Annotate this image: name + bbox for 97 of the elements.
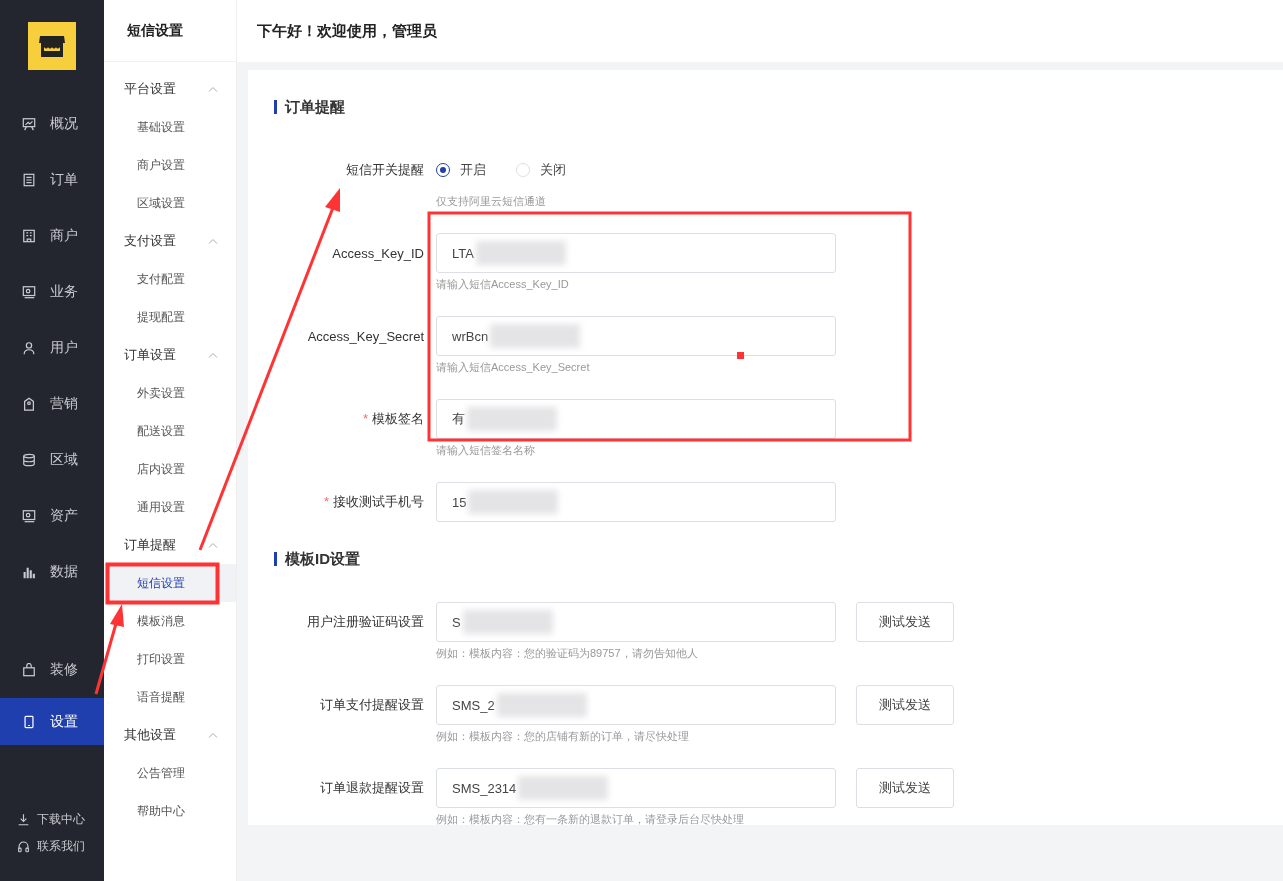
- field-label: 订单退款提醒设置: [319, 779, 425, 797]
- field-value: SMS_2: [452, 697, 495, 713]
- field-label: 订单支付提醒设置: [319, 696, 425, 714]
- submenu-item[interactable]: 公告管理: [104, 754, 236, 792]
- store-icon: [38, 33, 66, 59]
- chevron-icon: [208, 542, 218, 548]
- field-value: 有: [452, 410, 465, 428]
- user-icon: [22, 341, 36, 355]
- input-field[interactable]: 15: [436, 482, 836, 522]
- submenu-item[interactable]: 提现配置: [104, 298, 236, 336]
- tag-icon: [22, 397, 36, 411]
- submenu-item[interactable]: 语音提醒: [104, 678, 236, 716]
- nav-item[interactable]: 业务: [0, 264, 104, 320]
- field-label: Access_Key_Secret: [306, 328, 425, 344]
- submenu-item[interactable]: 外卖设置: [104, 374, 236, 412]
- field-value: SMS_2314: [452, 780, 517, 796]
- input-field[interactable]: LTA: [436, 233, 836, 273]
- field-label: 短信开关提醒: [345, 161, 425, 179]
- hint-text: 请输入短信签名名称: [436, 443, 536, 458]
- hint-text: 仅支持阿里云短信通道: [436, 194, 547, 209]
- menu-group[interactable]: 订单提醒: [104, 526, 236, 564]
- test-send-button[interactable]: 测试发送: [856, 768, 954, 808]
- greeting-text: 下午好！欢迎使用，管理员: [257, 21, 437, 41]
- chevron-icon: [208, 732, 218, 738]
- hint-text: 例如：模板内容：您的验证码为89757，请勿告知他人: [436, 646, 699, 661]
- document-icon: [22, 173, 36, 187]
- submenu-item[interactable]: 商户设置: [104, 146, 236, 184]
- submenu-item[interactable]: 帮助中心: [104, 792, 236, 830]
- input-field[interactable]: wrBcn: [436, 316, 836, 356]
- submenu-item[interactable]: 配送设置: [104, 412, 236, 450]
- field-value: S: [452, 614, 461, 630]
- group-label: 订单设置: [124, 346, 176, 364]
- submenu-title: 短信设置: [104, 0, 236, 62]
- chevron-icon: [208, 352, 218, 358]
- database-icon: [22, 453, 36, 467]
- field-value: wrBcn: [452, 328, 489, 344]
- shopping-bag-icon: [22, 663, 36, 677]
- submenu-item[interactable]: 店内设置: [104, 450, 236, 488]
- field-label: 用户注册验证码设置: [306, 613, 425, 631]
- section-title: 订单提醒: [274, 100, 345, 114]
- nav-item[interactable]: 数据: [0, 544, 104, 600]
- submenu-item[interactable]: 区域设置: [104, 184, 236, 222]
- menu-group[interactable]: 平台设置: [104, 70, 236, 108]
- submenu-item[interactable]: 打印设置: [104, 640, 236, 678]
- footer-link[interactable]: 下载中心: [0, 811, 104, 828]
- group-label: 平台设置: [124, 80, 176, 98]
- field-value: LTA: [452, 245, 474, 261]
- submenu-item[interactable]: 基础设置: [104, 108, 236, 146]
- footer-link[interactable]: 联系我们: [0, 838, 104, 855]
- presentation-board-icon: [22, 117, 36, 131]
- radio-label: 关闭: [540, 161, 566, 179]
- tablet-icon: [22, 714, 36, 729]
- required-mark: *: [323, 494, 329, 509]
- field-value: 15: [452, 494, 467, 510]
- submenu-item[interactable]: 模板消息: [104, 602, 236, 640]
- nav-item[interactable]: 商户: [0, 208, 104, 264]
- nav-item[interactable]: 概况: [0, 96, 104, 152]
- nav-item[interactable]: 设置: [0, 698, 104, 745]
- submenu-item[interactable]: 通用设置: [104, 488, 236, 526]
- nav-item[interactable]: 营销: [0, 376, 104, 432]
- chevron-icon: [208, 86, 218, 92]
- marker-square: [737, 352, 744, 359]
- download-icon: [17, 813, 30, 826]
- submenu-item[interactable]: 支付配置: [104, 260, 236, 298]
- group-label: 支付设置: [124, 232, 176, 250]
- chevron-icon: [208, 238, 218, 244]
- section-title: 模板ID设置: [274, 552, 360, 566]
- required-mark: *: [362, 411, 368, 426]
- input-field[interactable]: SMS_2314: [436, 768, 836, 808]
- nav-item[interactable]: 用户: [0, 320, 104, 376]
- menu-group[interactable]: 支付设置: [104, 222, 236, 260]
- input-field[interactable]: S: [436, 602, 836, 642]
- bar-chart-icon: [22, 565, 36, 579]
- nav-item[interactable]: 区域: [0, 432, 104, 488]
- input-field[interactable]: 有: [436, 399, 836, 439]
- hint-text: 请输入短信Access_Key_Secret: [436, 360, 591, 375]
- headset-icon: [17, 840, 30, 853]
- monitor-icon: [22, 509, 36, 523]
- monitor-icon: [22, 285, 36, 299]
- field-label: 接收测试手机号: [333, 494, 424, 509]
- input-field[interactable]: SMS_2: [436, 685, 836, 725]
- field-label: Access_Key_ID: [331, 245, 425, 261]
- test-send-button[interactable]: 测试发送: [856, 685, 954, 725]
- nav-item[interactable]: 资产: [0, 488, 104, 544]
- menu-group[interactable]: 其他设置: [104, 716, 236, 754]
- hint-text: 例如：模板内容：您的店铺有新的订单，请尽快处理: [436, 729, 690, 744]
- nav-item[interactable]: 订单: [0, 152, 104, 208]
- hint-text: 例如：模板内容：您有一条新的退款订单，请登录后台尽快处理: [436, 812, 745, 827]
- radio-label: 开启: [460, 161, 486, 179]
- nav-item[interactable]: 装修: [0, 642, 104, 698]
- menu-group[interactable]: 订单设置: [104, 336, 236, 374]
- hint-text: 请输入短信Access_Key_ID: [436, 277, 570, 292]
- field-label: 模板签名: [372, 411, 424, 426]
- test-send-button[interactable]: 测试发送: [856, 602, 954, 642]
- group-label: 订单提醒: [124, 536, 176, 554]
- group-label: 其他设置: [124, 726, 176, 744]
- building-icon: [22, 229, 36, 243]
